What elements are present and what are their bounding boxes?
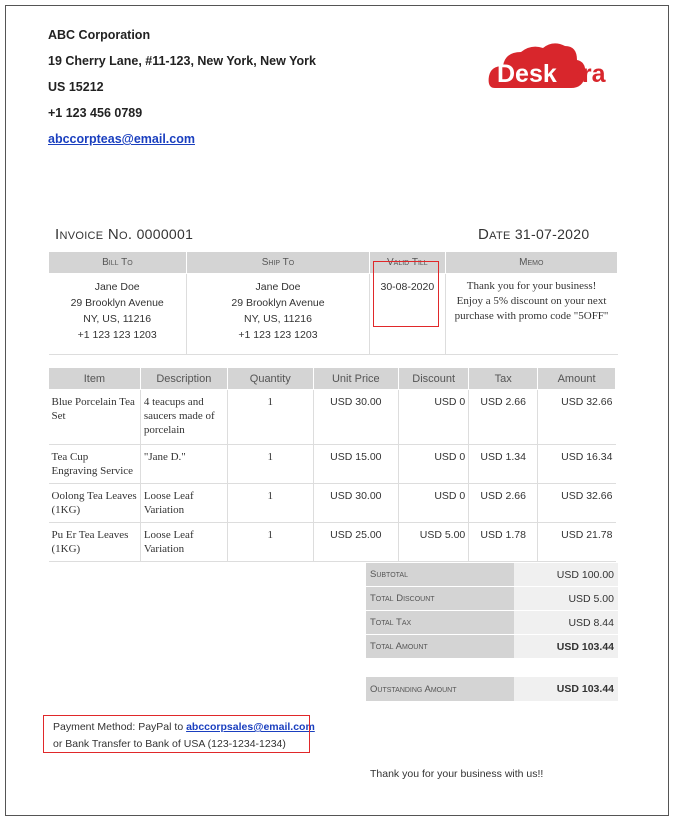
memo-line: purchase with promo code "5OFF": [454, 310, 609, 322]
valid-till-highlight: [373, 261, 439, 327]
item-unit-price: USD 30.00: [313, 389, 400, 445]
item-tax: USD 2.66: [468, 389, 539, 445]
item-amount: USD 32.66: [537, 483, 616, 523]
column-header-quantity: Quantity: [226, 367, 314, 390]
bill-to-name: Jane Doe: [94, 281, 140, 293]
column-header-item: Item: [48, 367, 141, 390]
item-amount: USD 32.66: [537, 389, 616, 445]
deskera-logo: Desk era: [487, 36, 617, 96]
item-tax: USD 1.34: [468, 444, 539, 484]
column-header-unit-price: Unit Price: [312, 367, 400, 390]
table-row: Pu Er Tea Leaves (1KG) Loose Leaf Variat…: [48, 522, 616, 562]
item-quantity: 1: [227, 389, 314, 445]
total-discount-label: Total Discount: [366, 586, 514, 611]
item-tax: USD 1.78: [468, 522, 539, 562]
item-amount: USD 21.78: [537, 522, 616, 562]
bill-to-street: 29 Brooklyn Avenue: [70, 297, 164, 309]
item-tax: USD 2.66: [468, 483, 539, 523]
company-info: ABC Corporation 19 Cherry Lane, #11-123,…: [48, 22, 316, 152]
memo-header: Memo: [444, 251, 619, 274]
memo-cell: Thank you for your business! Enjoy a 5% …: [445, 273, 618, 355]
item-description: Loose Leaf Variation: [140, 522, 228, 562]
ship-to-street: 29 Brooklyn Avenue: [231, 297, 325, 309]
company-name: ABC Corporation: [48, 28, 151, 42]
table-row: Blue Porcelain Tea Set 4 teacups and sau…: [48, 389, 616, 445]
logo-text-desk: Desk: [497, 60, 557, 88]
ship-to-cell: Jane Doe 29 Brooklyn Avenue NY, US, 1121…: [186, 273, 371, 355]
column-header-amount: Amount: [537, 367, 616, 390]
item-unit-price: USD 30.00: [313, 483, 400, 523]
deskera-cloud-logo: Desk era: [488, 43, 607, 88]
item-discount: USD 0: [398, 483, 470, 523]
memo-line: Thank you for your business!: [466, 280, 597, 292]
invoice-number-label: Invoice No.: [55, 226, 133, 243]
total-tax-label: Total Tax: [366, 610, 514, 635]
item-unit-price: USD 25.00: [313, 522, 400, 562]
ship-to-header: Ship To: [185, 251, 371, 274]
bill-to-city: NY, US, 11216: [83, 313, 152, 325]
company-address-line2: US 15212: [48, 80, 104, 94]
total-amount-value: USD 103.44: [514, 634, 618, 659]
line-items-table: Item Description Quantity Unit Price Dis…: [48, 367, 616, 562]
item-name: Oolong Tea Leaves (1KG): [48, 483, 141, 523]
total-tax-value: USD 8.44: [514, 610, 618, 635]
item-discount: USD 0: [398, 444, 470, 484]
invoice-meta-table: Bill To Ship To Valid Till Memo Jane Doe…: [48, 251, 619, 355]
item-amount: USD 16.34: [537, 444, 616, 484]
bill-to-header: Bill To: [48, 251, 187, 274]
invoice-number-value: 0000001: [136, 226, 194, 242]
item-quantity: 1: [227, 483, 314, 523]
company-email-link[interactable]: abccorpteas@email.com: [48, 132, 195, 146]
total-amount-label: Total Amount: [366, 634, 514, 659]
company-phone: +1 123 456 0789: [48, 106, 143, 120]
invoice-number: Invoice No. 0000001: [55, 226, 193, 243]
column-header-description: Description: [139, 367, 228, 390]
outstanding-amount-value: USD 103.44: [514, 677, 618, 701]
item-name: Blue Porcelain Tea Set: [48, 389, 141, 445]
footer-thanks: Thank you for your business with us!!: [370, 768, 544, 780]
item-name: Pu Er Tea Leaves (1KG): [48, 522, 141, 562]
item-description: "Jane D.": [140, 444, 228, 484]
invoice-date: Date 31-07-2020: [478, 226, 589, 243]
memo-line: Enjoy a 5% discount on your next: [456, 295, 607, 307]
column-header-tax: Tax: [468, 367, 539, 390]
item-discount: USD 5.00: [398, 522, 470, 562]
ship-to-city: NY, US, 11216: [244, 313, 312, 325]
item-quantity: 1: [227, 444, 314, 484]
logo-text-era: era: [568, 60, 607, 88]
item-description: Loose Leaf Variation: [140, 483, 228, 523]
table-row: Oolong Tea Leaves (1KG) Loose Leaf Varia…: [48, 483, 616, 523]
column-header-discount: Discount: [398, 367, 470, 390]
invoice-date-label: Date: [478, 226, 511, 243]
bill-to-cell: Jane Doe 29 Brooklyn Avenue NY, US, 1121…: [48, 273, 187, 355]
company-address-line1: 19 Cherry Lane, #11-123, New York, New Y…: [48, 54, 316, 68]
bill-to-phone: +1 123 123 1203: [77, 329, 157, 341]
outstanding-table: Outstanding Amount USD 103.44: [366, 677, 618, 701]
item-quantity: 1: [227, 522, 314, 562]
item-description: 4 teacups and saucers made of porcelain: [140, 389, 228, 445]
totals-table: Subtotal USD 100.00 Total Discount USD 5…: [366, 563, 618, 659]
subtotal-label: Subtotal: [366, 563, 514, 587]
ship-to-phone: +1 123 123 1203: [238, 329, 318, 341]
ship-to-name: Jane Doe: [255, 281, 301, 293]
invoice-date-value: 31-07-2020: [514, 226, 590, 242]
subtotal-value: USD 100.00: [514, 563, 618, 587]
outstanding-amount-label: Outstanding Amount: [366, 677, 514, 701]
item-name: Tea Cup Engraving Service: [48, 444, 141, 484]
total-discount-value: USD 5.00: [514, 586, 618, 611]
item-discount: USD 0: [398, 389, 470, 445]
table-row: Tea Cup Engraving Service "Jane D." 1 US…: [48, 444, 616, 484]
item-unit-price: USD 15.00: [313, 444, 400, 484]
payment-method-highlight: [43, 715, 310, 753]
